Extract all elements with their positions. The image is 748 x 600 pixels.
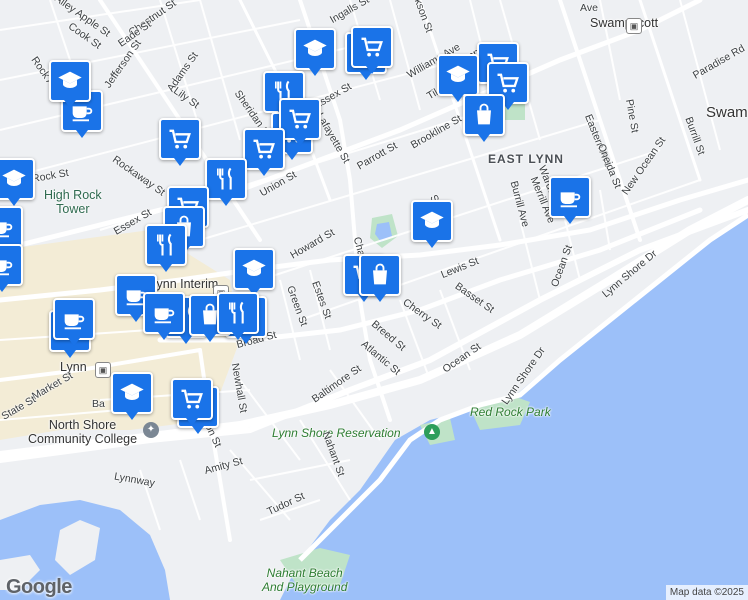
cart-icon xyxy=(178,385,206,413)
map-attribution[interactable]: Map data ©2025 xyxy=(665,585,748,600)
fork-knife-icon xyxy=(212,165,240,193)
cart-icon xyxy=(358,33,386,61)
poi-label-north-shore-college: North Shore Community College xyxy=(28,418,138,446)
graduation-cap-icon xyxy=(418,207,446,235)
fork-knife-icon xyxy=(152,231,180,259)
map-pin-restaurant[interactable] xyxy=(217,292,259,340)
map-pin-cafe[interactable] xyxy=(0,244,23,292)
map-pin-school[interactable] xyxy=(233,248,275,296)
street-label: Ba xyxy=(92,398,105,410)
map-pin-cafe[interactable] xyxy=(143,292,185,340)
graduation-cap-icon xyxy=(56,67,84,95)
coffee-cup-icon xyxy=(0,213,16,241)
map-pin-shopping[interactable] xyxy=(359,254,401,302)
cart-icon xyxy=(250,135,278,163)
fork-knife-icon xyxy=(224,299,252,327)
graduation-cap-icon xyxy=(444,61,472,89)
map-pin-school[interactable] xyxy=(0,158,35,206)
cart-icon xyxy=(494,69,522,97)
town-label-swampscott: Swampscott xyxy=(590,16,659,30)
map-pin-cafe[interactable] xyxy=(549,176,591,224)
coffee-cup-icon xyxy=(60,305,88,333)
poi-label-high-rock-tower: High Rock Tower xyxy=(44,188,102,216)
coffee-cup-icon xyxy=(556,183,584,211)
map-pin-restaurant[interactable] xyxy=(145,224,187,272)
town-label-lynn-interim: Lynn Interim xyxy=(150,277,219,291)
coffee-cup-icon xyxy=(150,299,178,327)
map-pin-school[interactable] xyxy=(111,372,153,420)
map-pin-grocery[interactable] xyxy=(159,118,201,166)
shopping-bag-icon xyxy=(470,101,498,129)
shopping-bag-icon xyxy=(366,261,394,289)
college-icon: ✦ xyxy=(143,422,159,438)
train-station-icon: ▣ xyxy=(95,362,111,378)
map-canvas[interactable]: EAST LYNN Swampscott Swam Lynn Lynn Inte… xyxy=(0,0,748,600)
map-pin-school[interactable] xyxy=(437,54,479,102)
map-pin-restaurant[interactable] xyxy=(205,158,247,206)
poi-label-red-rock-park: Red Rock Park xyxy=(470,405,551,419)
google-logo: Google xyxy=(6,576,72,598)
graduation-cap-icon xyxy=(301,35,329,63)
map-pin-school[interactable] xyxy=(49,60,91,108)
map-pin-cafe[interactable] xyxy=(0,206,23,254)
coffee-cup-icon xyxy=(0,251,16,279)
map-pin-shopping[interactable] xyxy=(463,94,505,142)
graduation-cap-icon xyxy=(240,255,268,283)
cart-icon xyxy=(166,125,194,153)
map-pin-grocery[interactable] xyxy=(351,26,393,74)
cart-icon xyxy=(286,105,314,133)
map-pin-school[interactable] xyxy=(411,200,453,248)
train-station-icon: ▣ xyxy=(626,18,642,34)
area-label-east-lynn: EAST LYNN xyxy=(488,152,564,166)
poi-label-nahant-beach: Nahant Beach And Playground xyxy=(262,566,348,594)
map-pin-cafe[interactable] xyxy=(53,298,95,346)
park-icon: ▲ xyxy=(424,424,440,440)
map-pin-grocery[interactable] xyxy=(243,128,285,176)
graduation-cap-icon xyxy=(0,165,28,193)
graduation-cap-icon xyxy=(118,379,146,407)
map-pin-school[interactable] xyxy=(294,28,336,76)
map-pin-grocery[interactable] xyxy=(279,98,321,146)
street-label: Ave xyxy=(580,2,598,14)
town-label-swam: Swam xyxy=(706,104,748,121)
poi-label-lynn-shore-reservation: Lynn Shore Reservation xyxy=(272,426,401,440)
map-pin-grocery[interactable] xyxy=(171,378,213,426)
